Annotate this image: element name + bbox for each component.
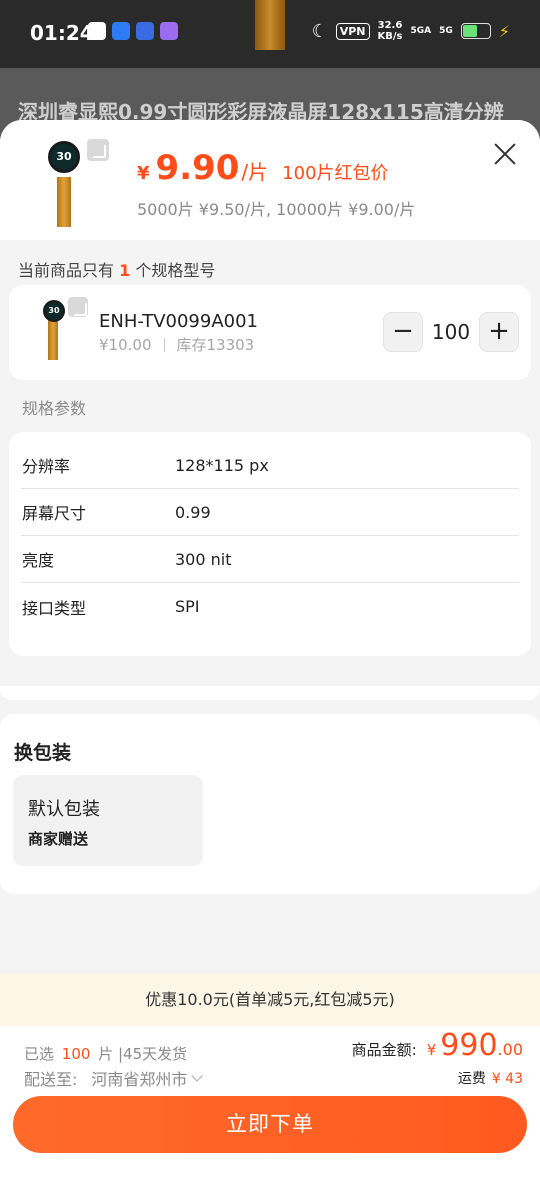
signal-5g-icon: 5G xyxy=(439,26,453,36)
param-key: 屏幕尺寸 xyxy=(22,504,87,523)
sku-thumb-ribbon xyxy=(48,320,58,360)
param-row: 分辨率 128*115 px xyxy=(21,442,519,489)
notification-icons xyxy=(88,22,178,40)
price-block: ¥ 9.90 /片 100片红包价 xyxy=(137,148,389,188)
charging-icon: ⚡ xyxy=(498,21,510,41)
params-table: 分辨率 128*115 px 屏幕尺寸 0.99 亮度 300 nit 接口类型… xyxy=(9,432,531,656)
thumb-screen: 30 xyxy=(48,141,80,173)
moon-icon: ☾ xyxy=(311,20,328,42)
sku-zoom-icon[interactable] xyxy=(68,297,88,317)
sku-thumb-label: 30 xyxy=(48,306,60,315)
status-bar: 01:24 ☾ VPN 32.6 KB/s 5GA 5G ⚡ xyxy=(0,0,540,68)
chevron-down-icon xyxy=(191,1070,204,1082)
total-label: 商品金额: xyxy=(351,1041,417,1059)
total-amount: 商品金额: ¥ 990 .00 xyxy=(352,1028,523,1063)
increase-button[interactable]: + xyxy=(479,312,519,352)
price-unit: /片 xyxy=(241,160,269,184)
total-integer: 990 xyxy=(440,1028,498,1063)
ship-to[interactable]: 配送至: 河南省郑州市 xyxy=(24,1066,204,1090)
param-value: 0.99 xyxy=(175,502,211,522)
packaging-option[interactable]: 默认包装 商家赠送 xyxy=(13,775,203,866)
clock: 01:24 xyxy=(30,21,94,45)
packaging-option-name: 默认包装 xyxy=(28,799,100,820)
selected-count: 100 xyxy=(61,1045,91,1063)
quantity-stepper: − 100 + xyxy=(383,312,519,352)
param-value: 300 nit xyxy=(175,549,232,569)
freight-value: ¥ 43 xyxy=(491,1071,523,1087)
selected-prefix: 已选 xyxy=(24,1045,55,1063)
status-right: ☾ VPN 32.6 KB/s 5GA 5G ⚡ xyxy=(312,20,510,42)
ship-address: 河南省郑州市 xyxy=(91,1070,188,1089)
product-image-top xyxy=(255,0,285,50)
decrease-button[interactable]: − xyxy=(383,312,423,352)
param-key: 接口类型 xyxy=(22,598,87,618)
promo-label: 100片红包价 xyxy=(282,163,389,184)
battery-icon xyxy=(460,23,491,39)
sku-thumb-screen: 30 xyxy=(43,300,65,322)
section-divider xyxy=(0,686,540,700)
spec-count-notice: 当前商品只有 1 个规格型号 xyxy=(18,257,215,281)
nfc-icon xyxy=(112,22,130,40)
qq-icon xyxy=(88,22,106,40)
params-section-label: 规格参数 xyxy=(22,399,87,418)
spec-count-suffix: 个规格型号 xyxy=(135,261,216,280)
param-row: 亮度 300 nit xyxy=(21,536,519,583)
packaging-section: 换包装 默认包装 商家赠送 xyxy=(0,714,540,894)
param-value: 128*115 px xyxy=(175,455,269,475)
selected-suffix: 片 |45天发货 xyxy=(98,1045,188,1063)
settings-app-icon xyxy=(160,22,178,40)
param-value: SPI xyxy=(175,597,200,616)
freight-label: 运费 xyxy=(457,1071,486,1087)
sku-meta: ¥10.00 库存13303 xyxy=(99,334,254,355)
freight: 运费 ¥ 43 xyxy=(458,1068,523,1088)
thumb-screen-label: 30 xyxy=(56,150,72,163)
vpn-badge: VPN xyxy=(335,22,370,40)
speed-value: 32.6 xyxy=(377,20,403,31)
param-row: 接口类型 SPI xyxy=(21,583,519,630)
discount-bar: 优惠10.0元(首单减5元,红包减5元) xyxy=(0,974,540,1026)
param-key: 分辨率 xyxy=(22,457,71,476)
param-row: 屏幕尺寸 0.99 xyxy=(21,489,519,536)
sku-name: ENH-TV0099A001 xyxy=(99,311,259,332)
total-currency: ¥ xyxy=(426,1041,437,1059)
close-icon[interactable] xyxy=(493,142,517,166)
spec-count-number: 1 xyxy=(119,261,131,280)
param-key: 亮度 xyxy=(22,551,55,570)
sku-price: ¥10.00 xyxy=(99,335,152,354)
tier-prices: 5000片 ¥9.50/片, 10000片 ¥9.00/片 xyxy=(137,200,416,219)
price-value: 9.90 xyxy=(155,148,240,188)
zoom-icon[interactable] xyxy=(87,139,109,161)
signal-5ga-icon: 5GA xyxy=(410,26,432,36)
speed-unit: KB/s xyxy=(377,31,403,42)
sku-stock: 库存13303 xyxy=(176,336,255,354)
thumb-ribbon xyxy=(57,177,71,227)
sku-meta-divider xyxy=(163,337,165,352)
spec-count-prefix: 当前商品只有 xyxy=(18,261,115,280)
app-icon xyxy=(136,22,154,40)
place-order-button[interactable]: 立即下单 xyxy=(13,1096,527,1153)
packaging-title: 换包装 xyxy=(14,742,72,764)
quantity-value[interactable]: 100 xyxy=(423,320,479,344)
price-currency: ¥ xyxy=(137,163,150,184)
selected-summary: 已选 100 片 |45天发货 xyxy=(24,1043,187,1064)
ship-label: 配送至: xyxy=(24,1070,78,1089)
total-decimal: .00 xyxy=(497,1040,523,1059)
packaging-option-sub: 商家赠送 xyxy=(28,830,89,848)
checkout-footer: 已选 100 片 |45天发货 配送至: 河南省郑州市 商品金额: ¥ 990 … xyxy=(0,1026,540,1200)
network-speed: 32.6 KB/s xyxy=(378,20,403,42)
